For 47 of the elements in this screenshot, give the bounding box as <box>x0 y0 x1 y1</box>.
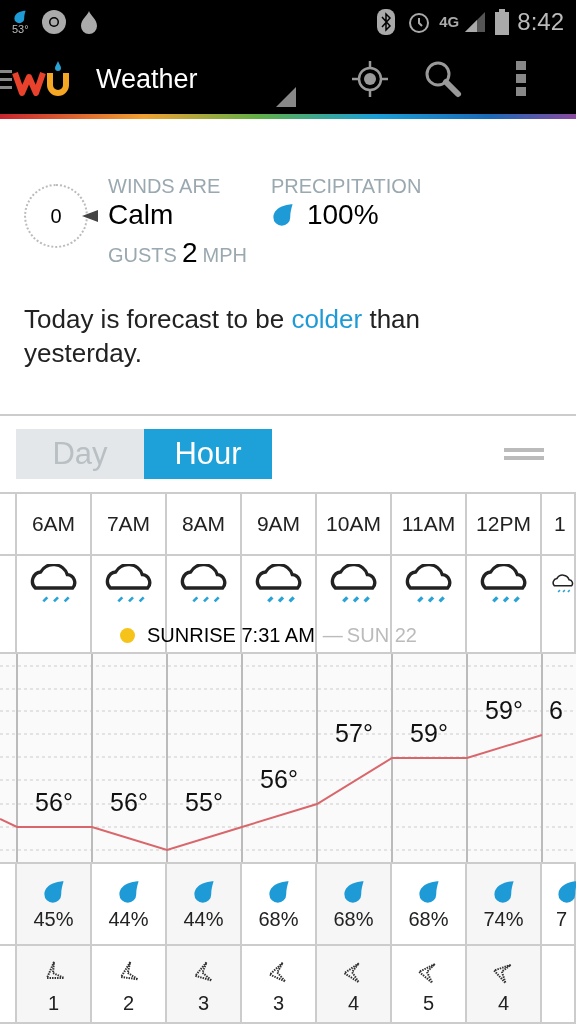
wind-speed: 4 <box>497 991 510 1016</box>
temperature-label: 57° <box>335 719 373 747</box>
precipitation-chance: 44% <box>183 907 224 932</box>
precipitation-chance: 68% <box>408 907 449 932</box>
wind-speed: 3 <box>197 991 210 1016</box>
hour-label: 8AM <box>181 511 226 538</box>
temperature-text: 53° <box>12 23 29 35</box>
wind-value: Calm <box>108 197 175 232</box>
precipitation-chance: 68% <box>333 907 374 932</box>
hour-label: 6AM <box>31 511 76 538</box>
winds-label: WINDS ARE <box>108 173 222 198</box>
wind-speed: 3 <box>272 991 285 1016</box>
gusts-unit: MPH <box>202 242 247 268</box>
app-title: Weather <box>96 62 198 96</box>
hour-label: 7AM <box>106 511 151 538</box>
clock-text: 8:42 <box>517 7 564 38</box>
view-tab[interactable]: Hour <box>144 428 272 479</box>
temperature-label: 55° <box>185 788 223 816</box>
hour-label: 1 <box>554 511 566 538</box>
gusts-label: GUSTS <box>108 242 177 268</box>
wind-speed: 1 <box>47 991 60 1016</box>
wind-speed: 2 <box>122 991 135 1016</box>
temperature-label: 56° <box>35 788 73 816</box>
hour-label: 12PM <box>476 511 531 538</box>
precipitation-label: PRECIPITATION <box>270 173 422 198</box>
temperature-label: 56° <box>110 788 148 816</box>
sunrise-text: SUNRISE 7:31 AM <box>147 623 315 648</box>
temperature-label: 59° <box>485 696 523 724</box>
hour-label: 11AM <box>401 511 456 538</box>
precipitation-chance: 74% <box>483 907 524 932</box>
sunrise-date: SUN 22 <box>346 623 417 648</box>
precipitation-chance: 7 <box>556 907 568 932</box>
precipitation-chance: 45% <box>33 907 74 932</box>
gusts-value: 2 <box>181 235 198 270</box>
wind-speed: 4 <box>347 991 360 1016</box>
temperature-label: 59° <box>410 719 448 747</box>
wind-speed: 5 <box>422 991 435 1016</box>
hour-label: 9AM <box>256 511 301 538</box>
sunrise-dash: — <box>322 623 343 648</box>
precipitation-chance: 68% <box>258 907 299 932</box>
hour-label: 10AM <box>326 511 381 538</box>
temperature-label: 6 <box>549 696 563 724</box>
network-type-text: 4G <box>439 12 460 32</box>
temperature-label: 56° <box>260 765 298 793</box>
precipitation-value: 100% <box>306 197 379 232</box>
forecast-note: Today is forecast to be colder than yesterday. <box>23 302 422 370</box>
precipitation-chance: 44% <box>108 907 149 932</box>
